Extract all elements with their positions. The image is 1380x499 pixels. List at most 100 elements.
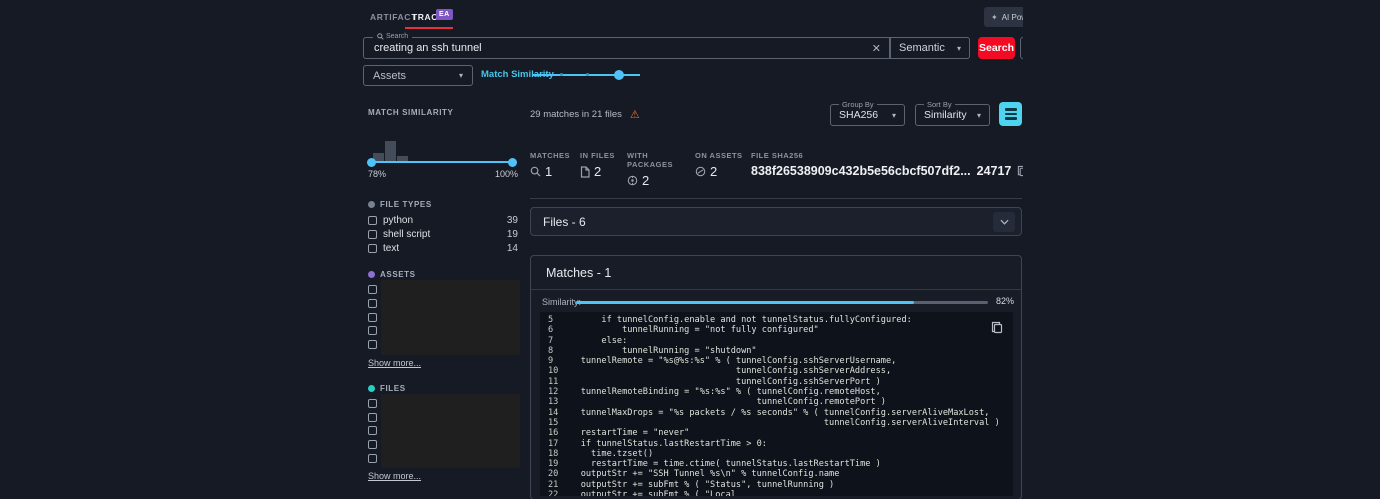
- line-number: 7: [548, 335, 554, 346]
- search-input[interactable]: [374, 39, 814, 57]
- code-line: 11 tunnelConfig.sshServerPort ): [540, 377, 1013, 387]
- checkbox[interactable]: [368, 426, 377, 436]
- checkbox[interactable]: [368, 216, 377, 226]
- ai-powered-button[interactable]: ✦ AI Power: [984, 7, 1023, 27]
- line-number: 20: [548, 469, 559, 480]
- file-type-count: 39: [506, 215, 518, 227]
- code-text: tunnelRemoteBinding = "%s:%s" % ( tunnel…: [560, 387, 881, 398]
- slider-thumb[interactable]: [614, 70, 624, 80]
- range-handle-max[interactable]: [508, 158, 517, 167]
- checkbox[interactable]: [368, 285, 377, 295]
- sort-by-select[interactable]: Sort By Similarity ▾: [915, 100, 990, 126]
- group-by-select[interactable]: Group By SHA256 ▾: [830, 100, 905, 126]
- checkbox[interactable]: [368, 312, 377, 322]
- range-handle-min[interactable]: [367, 158, 376, 167]
- code-line: 7 else:: [540, 336, 1013, 346]
- file-icon: [580, 165, 590, 178]
- code-text: else:: [560, 335, 628, 346]
- files-dot-icon: [368, 384, 375, 392]
- files-accordion-title: Files - 6: [543, 214, 586, 229]
- code-line: 14 tunnelMaxDrops = "%s packets / %s sec…: [540, 408, 1013, 418]
- checkbox[interactable]: [368, 326, 377, 336]
- asset-row: [368, 297, 518, 311]
- copy-icon[interactable]: [1017, 165, 1023, 177]
- copy-code-icon[interactable]: [991, 321, 1003, 334]
- chevron-down-icon: ▾: [956, 43, 961, 53]
- files-accordion[interactable]: Files - 6: [530, 207, 1022, 236]
- similarity-max-label: 100%: [494, 169, 518, 179]
- code-text: restartTime = "never": [560, 428, 690, 439]
- checkbox[interactable]: [368, 243, 377, 253]
- files-show-more-link[interactable]: Show more...: [368, 471, 421, 481]
- similarity-min-label: 78%: [368, 169, 387, 179]
- stat-with-packages: WITH PACKAGES 2: [627, 151, 673, 188]
- results-summary: 29 matches in 21 files: [530, 108, 622, 120]
- code-line: 17 if tunnelStatus.lastRestartTime > 0:: [540, 439, 1013, 449]
- line-number: 15: [548, 417, 559, 428]
- search-mode-select[interactable]: Semantic ▾: [890, 37, 970, 59]
- match-similarity-slider[interactable]: [532, 70, 640, 80]
- checkbox[interactable]: [368, 299, 377, 309]
- checkbox[interactable]: [368, 412, 377, 422]
- line-number: 22: [548, 490, 559, 496]
- asset-row: [368, 310, 518, 324]
- asset-row: [368, 283, 518, 297]
- similarity-range-slider[interactable]: [367, 158, 517, 167]
- code-block[interactable]: 5 if tunnelConfig.enable and not tunnelS…: [540, 312, 1013, 496]
- checkbox[interactable]: [368, 453, 377, 463]
- checkbox[interactable]: [368, 439, 377, 449]
- code-line: 22 outputStr += subFmt % ( "Local: [540, 490, 1013, 496]
- code-text: if tunnelConfig.enable and not tunnelSta…: [560, 315, 912, 325]
- line-number: 19: [548, 459, 559, 470]
- file-type-count: 14: [506, 242, 518, 254]
- asset-row: [368, 324, 518, 338]
- code-text: if tunnelStatus.lastRestartTime > 0:: [560, 438, 767, 449]
- asset-icon: [695, 166, 706, 177]
- similarity-bar: [576, 301, 988, 304]
- code-line: 15 tunnelConfig.serverAliveInterval ): [540, 418, 1013, 428]
- file-row: [368, 424, 518, 438]
- code-text: tunnelRunning = "not fully configured": [560, 325, 819, 336]
- checkbox[interactable]: [368, 398, 377, 408]
- search-icon: [530, 166, 541, 177]
- assets-dot-icon: [368, 271, 375, 279]
- assets-filter-select[interactable]: Assets ▾: [363, 65, 473, 86]
- files-list: [368, 393, 520, 468]
- code-text: tunnelRemote = "%s@%s:%s" % ( tunnelConf…: [560, 356, 897, 367]
- accordion-expand-button[interactable]: [993, 211, 1015, 232]
- results-area: 29 matches in 21 files ⚠ Group By SHA256…: [530, 100, 1023, 499]
- code-text: restartTime = time.ctime( tunnelStatus.l…: [560, 459, 881, 470]
- line-number: 16: [548, 428, 559, 439]
- file-type-row: text 14: [368, 241, 518, 255]
- chevron-down-icon: [999, 219, 1009, 225]
- clipped-control: [1020, 37, 1023, 59]
- line-number: 17: [548, 438, 559, 449]
- slider-tick: [560, 73, 563, 76]
- line-number: 12: [548, 387, 559, 398]
- stat-matches: MATCHES 1: [530, 151, 571, 179]
- tab-artifact[interactable]: ARTIFACT: [370, 12, 417, 22]
- code-text: tunnelRunning = "shutdown": [560, 345, 757, 356]
- chevron-down-icon: ▾: [976, 110, 981, 120]
- stats-row: MATCHES 1 IN FILES 2 WITH PACKAGES 2 ON …: [530, 151, 1023, 199]
- search-button[interactable]: Search: [978, 37, 1015, 59]
- code-text: tunnelMaxDrops = "%s packets / %s second…: [560, 407, 990, 418]
- match-similarity-histogram: [367, 123, 518, 167]
- matches-panel: Matches - 1 Similarity: 82% 5 if tunnelC…: [530, 255, 1022, 499]
- clear-search-icon[interactable]: ✕: [872, 42, 881, 55]
- assets-show-more-link[interactable]: Show more...: [368, 358, 421, 368]
- checkbox[interactable]: [368, 230, 377, 240]
- code-line: 8 tunnelRunning = "shutdown": [540, 346, 1013, 356]
- code-line: 12 tunnelRemoteBinding = "%s:%s" % ( tun…: [540, 387, 1013, 397]
- group-by-label: Group By: [839, 100, 877, 109]
- checkbox[interactable]: [368, 340, 377, 350]
- line-number: 10: [548, 366, 559, 377]
- file-type-label: shell script: [383, 229, 431, 241]
- line-number: 5: [548, 315, 554, 325]
- view-toggle-button[interactable]: [999, 102, 1022, 126]
- similarity-fill: [576, 301, 914, 304]
- files-section-title: FILES: [368, 384, 518, 393]
- file-row: [368, 438, 518, 452]
- match-similarity-section-title: MATCH SIMILARITY: [368, 108, 454, 117]
- results-header: 29 matches in 21 files ⚠ Group By SHA256…: [530, 100, 1022, 128]
